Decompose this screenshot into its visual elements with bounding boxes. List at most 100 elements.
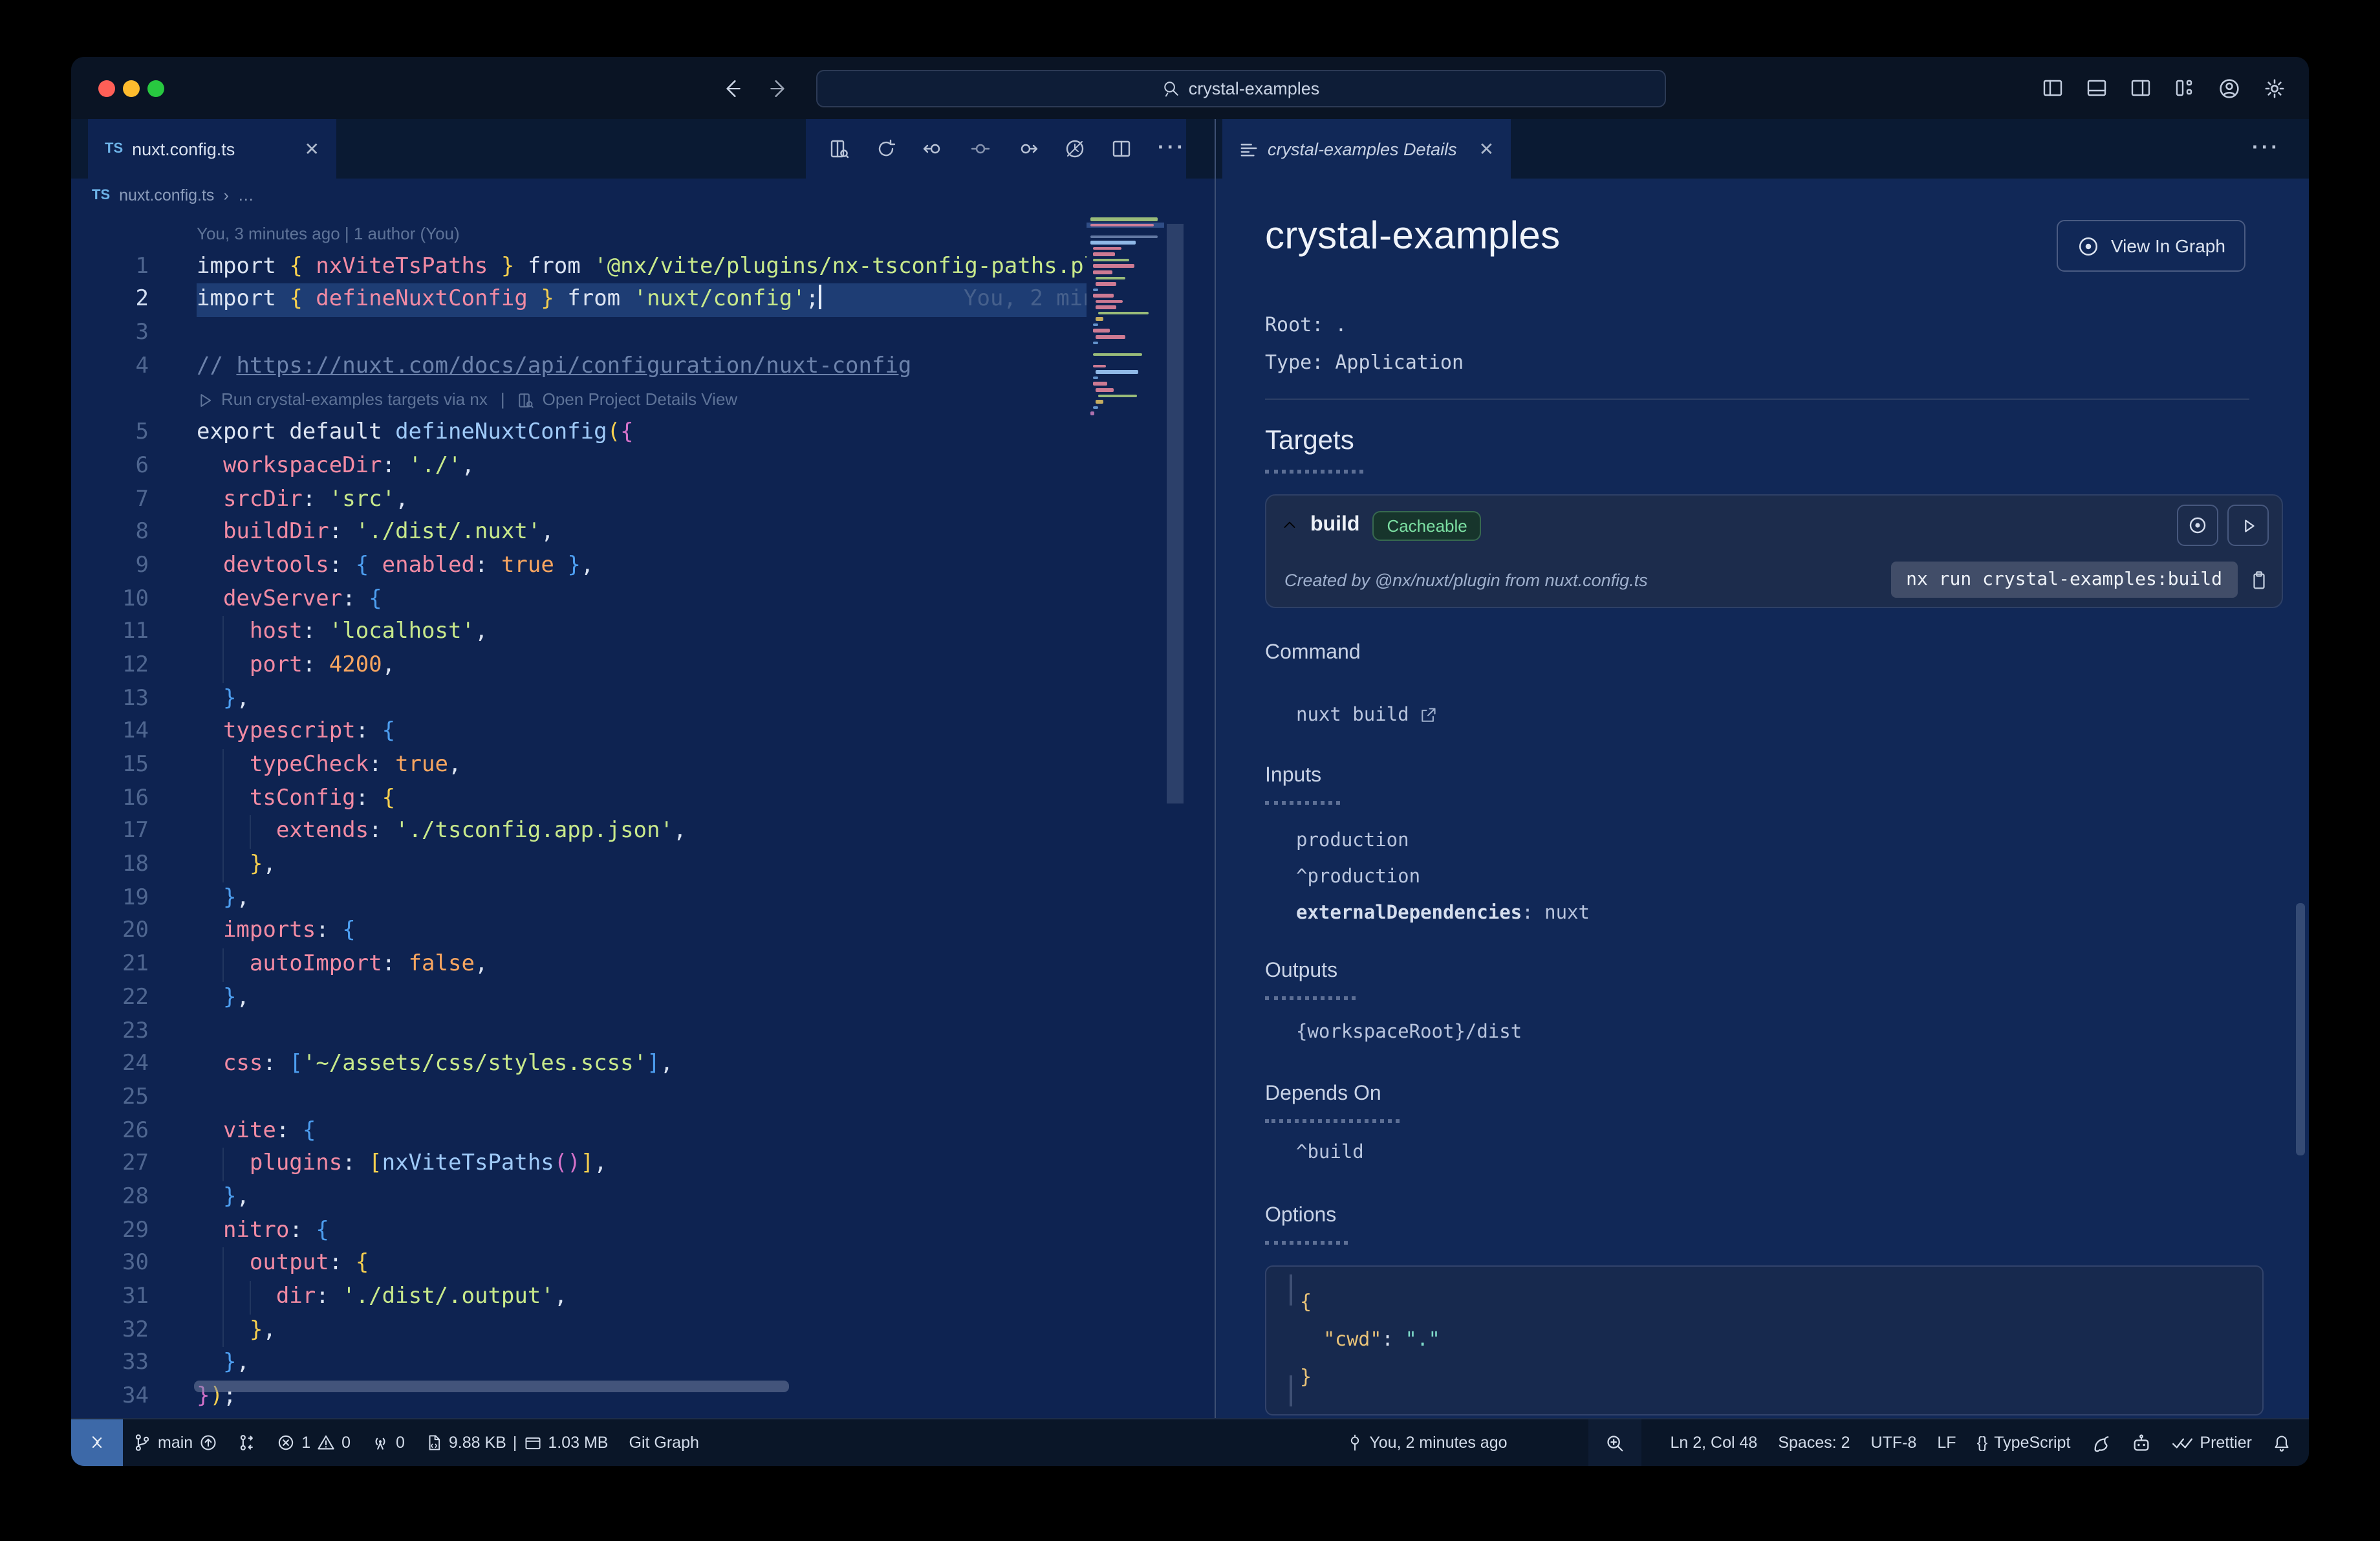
tab-nuxt-config[interactable]: TS nuxt.config.ts ✕ — [88, 119, 336, 179]
code-line[interactable]: 6 workspaceDir: './', — [71, 450, 1087, 483]
view-in-graph-button[interactable]: View In Graph — [2057, 220, 2246, 272]
prettier-status[interactable]: Prettier — [2161, 1419, 2262, 1466]
panel-scrollbar[interactable] — [2296, 903, 2305, 1155]
nx-run-command-chip[interactable]: nx run crystal-examples:build — [1890, 562, 2238, 598]
graph-target-icon — [2079, 236, 2098, 256]
blame-status[interactable]: You, 2 minutes ago — [1336, 1419, 1517, 1466]
tab-project-details[interactable]: crystal-examples Details ✕ — [1222, 119, 1511, 179]
code-line[interactable]: 29 nitro: { — [71, 1214, 1087, 1247]
code-line[interactable]: 5 export default defineNuxtConfig({ — [71, 417, 1087, 450]
zoom-status[interactable] — [1588, 1419, 1642, 1466]
eol-status[interactable]: LF — [1927, 1419, 1966, 1466]
nx-codelens[interactable]: Run crystal-examples targets via nx | Open… — [71, 384, 1087, 417]
code-editor[interactable]: You, 3 minutes ago | 1 author (You) 1 impo… — [71, 212, 1215, 1419]
code-line[interactable]: 20 imports: { — [71, 915, 1087, 948]
account-icon[interactable] — [2218, 77, 2240, 99]
view-target-in-graph-button[interactable] — [2177, 505, 2218, 546]
code-line[interactable]: 9 devtools: { enabled: true }, — [71, 550, 1087, 583]
split-editor-icon[interactable] — [1111, 138, 1132, 159]
code-line[interactable]: 2 import { defineNuxtConfig } from 'nuxt/… — [71, 283, 1087, 317]
run-target-button[interactable] — [2227, 505, 2269, 546]
breadcrumb-file[interactable]: nuxt.config.ts — [119, 186, 214, 204]
copilot-status[interactable] — [2121, 1419, 2161, 1466]
code-line[interactable]: 14 typescript: { — [71, 716, 1087, 749]
customize-layout-icon[interactable] — [2174, 78, 2195, 98]
code-line[interactable]: 10 devServer: { — [71, 583, 1087, 616]
git-graph-status[interactable]: Git Graph — [619, 1419, 709, 1466]
code-line[interactable]: 25 — [71, 1082, 1087, 1115]
notifications-status[interactable] — [2262, 1419, 2309, 1466]
code-line[interactable]: 19 }, — [71, 882, 1087, 915]
git-branch-status[interactable]: main — [123, 1419, 228, 1466]
code-line[interactable]: 21 autoImport: false, — [71, 948, 1087, 982]
code-line[interactable]: 12 port: 4200, — [71, 649, 1087, 683]
code-line[interactable]: 13 }, — [71, 683, 1087, 716]
code-line[interactable]: 28 }, — [71, 1181, 1087, 1214]
code-line[interactable]: 22 }, — [71, 982, 1087, 1015]
cursor-position-status[interactable]: Ln 2, Col 48 — [1660, 1419, 1768, 1466]
code-line[interactable]: 3 — [71, 317, 1087, 350]
toggle-secondary-sidebar-icon[interactable] — [2130, 78, 2151, 98]
forward-arrow-icon[interactable] — [768, 77, 790, 99]
encoding-status[interactable]: UTF-8 — [1861, 1419, 1927, 1466]
command-item[interactable]: nuxt build — [1296, 705, 1438, 726]
copy-icon[interactable] — [2249, 570, 2269, 589]
code-line[interactable]: 26 vite: { — [71, 1115, 1087, 1148]
zoom-window-button[interactable] — [147, 80, 164, 96]
close-tab-icon[interactable]: ✕ — [1479, 138, 1494, 160]
options-code-block[interactable]: { "cwd": "."} — [1265, 1265, 2264, 1415]
build-target-header[interactable]: build Cacheable — [1266, 496, 2282, 555]
code-line[interactable]: 33 }, — [71, 1348, 1087, 1381]
command-center-search[interactable]: crystal-examples — [816, 69, 1666, 107]
close-tab-icon[interactable]: ✕ — [305, 138, 319, 160]
depends-item[interactable]: ^build — [1296, 1142, 1364, 1163]
code-line[interactable]: 27 plugins: [nxViteTsPaths()], — [71, 1148, 1087, 1181]
minimize-window-button[interactable] — [123, 80, 140, 96]
code-line[interactable]: 15 typeCheck: true, — [71, 749, 1087, 783]
code-line[interactable]: 17 extends: './tsconfig.app.json', — [71, 815, 1087, 849]
gear-icon[interactable] — [2264, 77, 2286, 99]
outputs-heading: Outputs — [1265, 960, 1356, 1000]
code-line[interactable]: 11 host: 'localhost', — [71, 616, 1087, 650]
breadcrumb[interactable]: TS nuxt.config.ts › … — [71, 179, 1215, 212]
code-line[interactable]: 7 srcDir: 'src', — [71, 483, 1087, 516]
more-actions-icon[interactable]: ··· — [1158, 137, 1186, 160]
code-line[interactable]: 16 tsConfig: { — [71, 782, 1087, 816]
code-line[interactable]: 24 css: ['~/assets/css/styles.scss'], — [71, 1048, 1087, 1081]
code-lines[interactable]: You, 3 minutes ago | 1 author (You) 1 impo… — [71, 217, 1087, 1414]
statusbar: main 1 0 0 9.88 KB | 1.03 MB Git Graph Y… — [71, 1418, 2309, 1466]
editor-vertical-scrollbar[interactable] — [1167, 224, 1184, 803]
language-status[interactable]: {} TypeScript — [1967, 1419, 2081, 1466]
indentation-status[interactable]: Spaces: 2 — [1768, 1419, 1860, 1466]
code-line[interactable]: 18 }, — [71, 849, 1087, 882]
code-line[interactable]: 4// https://nuxt.com/docs/api/configurat… — [71, 351, 1087, 384]
ports-status[interactable]: 0 — [361, 1419, 415, 1466]
file-size-status[interactable]: 9.88 KB | 1.03 MB — [415, 1419, 619, 1466]
panel-more-actions-icon[interactable]: ··· — [2252, 137, 2280, 160]
code-line[interactable]: 23 — [71, 1015, 1087, 1048]
editor-horizontal-scrollbar[interactable] — [194, 1381, 789, 1392]
code-line[interactable]: 1 import { nxViteTsPaths } from '@nx/vite… — [71, 250, 1087, 283]
close-window-button[interactable] — [98, 80, 115, 96]
breadcrumb-symbol[interactable]: … — [238, 186, 254, 204]
minimap[interactable] — [1087, 212, 1164, 1419]
external-link-icon[interactable] — [1420, 706, 1438, 725]
toggle-panel-icon[interactable] — [2086, 78, 2107, 98]
next-change-icon[interactable] — [1017, 138, 1039, 159]
options-code-line: "cwd": "." — [1300, 1328, 1440, 1351]
code-line[interactable]: 8 buildDir: './dist/.nuxt', — [71, 516, 1087, 549]
previous-change-icon[interactable] — [922, 138, 944, 159]
compare-changes-status[interactable] — [228, 1419, 266, 1466]
remote-indicator[interactable] — [71, 1419, 123, 1466]
chevron-up-icon[interactable] — [1282, 518, 1297, 533]
problems-status[interactable]: 1 0 — [266, 1419, 361, 1466]
code-line[interactable]: 30 output: { — [71, 1247, 1087, 1281]
refresh-icon[interactable] — [876, 138, 896, 159]
open-preview-icon[interactable] — [829, 138, 850, 159]
code-line[interactable]: 31 dir: './dist/.output', — [71, 1281, 1087, 1315]
timeline-icon[interactable] — [1065, 138, 1085, 159]
squirrel-status[interactable] — [2081, 1419, 2121, 1466]
code-line[interactable]: 32 }, — [71, 1314, 1087, 1348]
toggle-primary-sidebar-icon[interactable] — [2042, 78, 2063, 98]
back-arrow-icon[interactable] — [720, 77, 742, 99]
